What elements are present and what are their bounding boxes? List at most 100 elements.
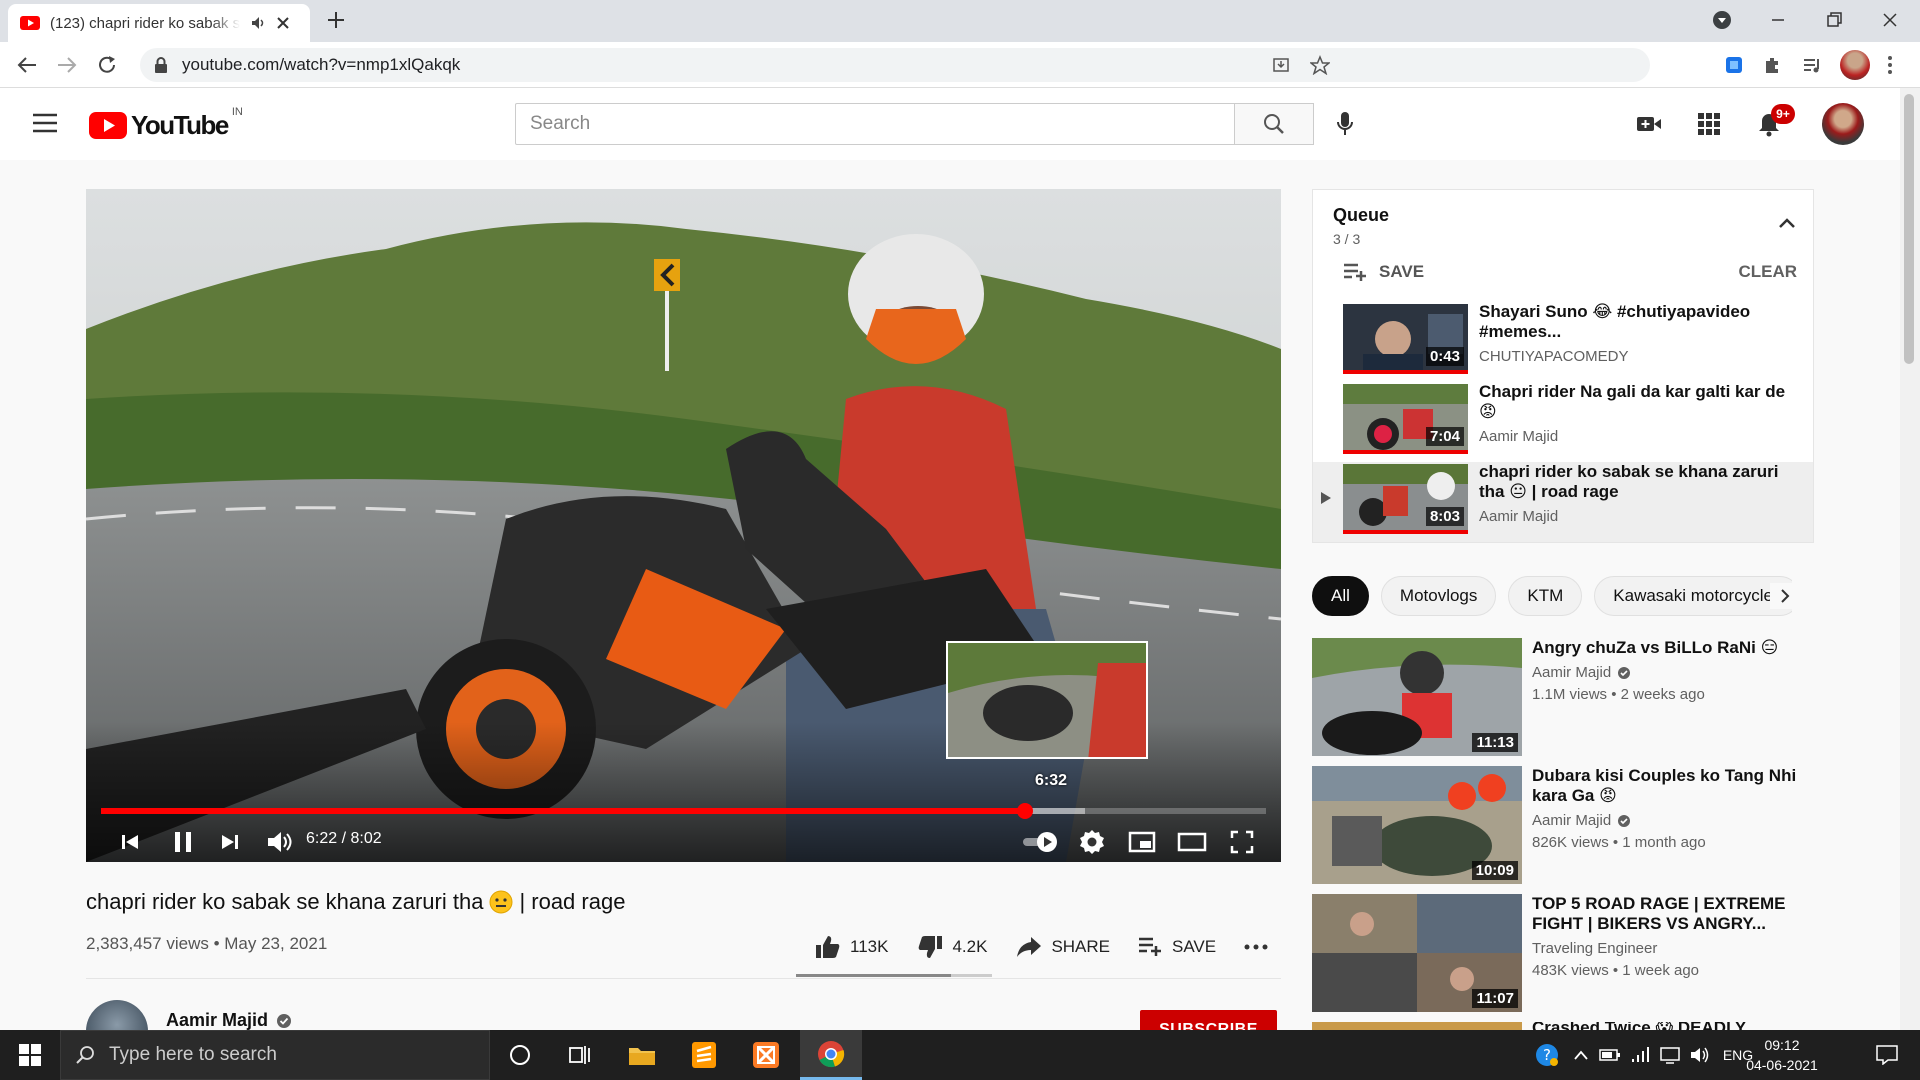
action-center-button[interactable] bbox=[1862, 1030, 1912, 1080]
save-to-playlist-button[interactable]: SAVE bbox=[1124, 936, 1230, 958]
recommendation-thumbnail: 11:07 bbox=[1312, 894, 1522, 1012]
tab-search-icon[interactable] bbox=[1712, 10, 1732, 30]
chip-ktm[interactable]: KTM bbox=[1508, 576, 1583, 616]
search-button[interactable] bbox=[1234, 103, 1314, 145]
youtube-logo[interactable]: YouTube IN bbox=[89, 106, 243, 141]
video-player[interactable]: 6:32 6:22 / 8:02 bbox=[86, 189, 1281, 862]
chips-next-button[interactable] bbox=[1770, 583, 1800, 609]
mute-button[interactable] bbox=[258, 819, 302, 862]
browser-tab[interactable]: (123) chapri rider ko sabak se khana zar… bbox=[8, 4, 310, 42]
video-title-text: chapri rider ko sabak se khana zaruri th… bbox=[86, 889, 484, 914]
chip-motovlogs[interactable]: Motovlogs bbox=[1380, 576, 1497, 616]
url-text: youtube.com/watch?v=nmp1xlQakqk bbox=[182, 55, 461, 74]
queue-item-current[interactable]: 8:03 chapri rider ko sabak se khana zaru… bbox=[1313, 462, 1813, 542]
bookmark-star-icon[interactable] bbox=[1310, 55, 1330, 75]
chrome-icon bbox=[817, 1040, 845, 1068]
pause-button[interactable] bbox=[160, 819, 206, 862]
like-button[interactable]: 113K bbox=[800, 934, 902, 960]
account-avatar[interactable] bbox=[1822, 103, 1864, 145]
address-bar[interactable]: youtube.com/watch?v=nmp1xlQakqk bbox=[140, 48, 1650, 82]
queue-save-button[interactable]: SAVE bbox=[1343, 262, 1424, 282]
voice-search-icon[interactable] bbox=[1325, 104, 1365, 144]
more-horizontal-icon bbox=[1244, 944, 1268, 950]
media-control-icon[interactable] bbox=[1802, 55, 1822, 75]
close-window-icon[interactable] bbox=[1880, 10, 1900, 30]
scrollbar-thumb[interactable] bbox=[1904, 94, 1914, 364]
taskbar-clock[interactable]: 09:12 04-06-2021 bbox=[1740, 1035, 1824, 1075]
sublime-text-button[interactable] bbox=[674, 1030, 734, 1080]
taskbar-search[interactable]: Type here to search bbox=[60, 1030, 490, 1080]
page-scrollbar[interactable] bbox=[1900, 88, 1920, 1030]
search-input[interactable] bbox=[516, 104, 1234, 144]
chip-kawasaki[interactable]: Kawasaki motorcycles bbox=[1594, 576, 1792, 616]
cortana-circle-icon bbox=[509, 1044, 531, 1066]
progress-scrubber[interactable] bbox=[1016, 803, 1033, 819]
create-video-icon[interactable] bbox=[1629, 104, 1669, 144]
lock-icon[interactable] bbox=[154, 57, 168, 73]
filter-chips: All Motovlogs KTM Kawasaki motorcycles bbox=[1312, 576, 1792, 616]
recommendation-item[interactable]: 11:07 TOP 5 ROAD RAGE | EXTREME FIGHT | … bbox=[1312, 894, 1872, 1012]
task-view-button[interactable] bbox=[550, 1030, 610, 1080]
close-tab-icon[interactable] bbox=[276, 16, 290, 30]
recommendation-item[interactable]: Crashed Twice 😱 DEADLY bbox=[1312, 1022, 1872, 1030]
network-icon[interactable] bbox=[1626, 1030, 1654, 1080]
hamburger-menu-icon[interactable] bbox=[32, 113, 58, 133]
neutral-face-emoji-icon bbox=[489, 890, 513, 914]
install-app-icon[interactable] bbox=[1272, 56, 1290, 74]
queue-item[interactable]: 0:43 Shayari Suno 😂 #chutiyapavideo #mem… bbox=[1313, 302, 1813, 382]
extensions-puzzle-icon[interactable] bbox=[1762, 55, 1782, 75]
recommendation-item[interactable]: 10:09 Dubara kisi Couples ko Tang Nhi ka… bbox=[1312, 766, 1872, 884]
new-tab-icon[interactable] bbox=[326, 10, 346, 30]
fullscreen-button[interactable] bbox=[1220, 819, 1264, 862]
audio-playing-icon[interactable] bbox=[250, 15, 266, 31]
forward-icon[interactable] bbox=[56, 54, 78, 76]
miniplayer-button[interactable] bbox=[1120, 819, 1164, 862]
next-button[interactable] bbox=[210, 819, 250, 862]
minimize-icon[interactable] bbox=[1768, 10, 1788, 30]
search-box bbox=[515, 103, 1235, 145]
divider bbox=[86, 978, 1281, 979]
search-icon bbox=[75, 1045, 95, 1065]
file-explorer-button[interactable] bbox=[612, 1030, 672, 1080]
theater-mode-button[interactable] bbox=[1170, 819, 1214, 862]
queue-item[interactable]: 7:04 Chapri rider Na gali da kar galti k… bbox=[1313, 382, 1813, 462]
battery-icon[interactable] bbox=[1596, 1030, 1624, 1080]
recommendation-item[interactable]: 11:13 Angry chuZa vs BiLLo RaNi 😑 Aamir … bbox=[1312, 638, 1872, 756]
previous-icon bbox=[120, 832, 140, 852]
dislike-button[interactable]: 4.2K bbox=[902, 934, 1001, 960]
settings-button[interactable] bbox=[1070, 819, 1114, 862]
channel-name-text: Aamir Majid bbox=[166, 1010, 269, 1030]
notification-badge: 9+ bbox=[1771, 104, 1795, 124]
share-label: SHARE bbox=[1051, 937, 1111, 956]
browser-menu-icon[interactable] bbox=[1886, 55, 1894, 75]
scrub-preview-thumbnail bbox=[946, 641, 1148, 759]
share-button[interactable]: SHARE bbox=[1001, 935, 1124, 959]
cortana-button[interactable] bbox=[490, 1030, 550, 1080]
reload-icon[interactable] bbox=[96, 54, 118, 76]
xampp-button[interactable] bbox=[736, 1030, 796, 1080]
extension-icon[interactable] bbox=[1724, 55, 1744, 75]
chip-all[interactable]: All bbox=[1312, 576, 1369, 616]
monitor-tray-icon[interactable] bbox=[1656, 1030, 1684, 1080]
help-tray-icon[interactable]: ? bbox=[1530, 1030, 1564, 1080]
recommendation-thumbnail: 11:13 bbox=[1312, 638, 1522, 756]
queue-item-duration: 7:04 bbox=[1425, 427, 1464, 446]
chrome-taskbar-button[interactable] bbox=[800, 1030, 862, 1080]
queue-item-channel: Aamir Majid bbox=[1479, 428, 1559, 445]
speaker-tray-icon[interactable] bbox=[1686, 1030, 1714, 1080]
recommendation-title: TOP 5 ROAD RAGE | EXTREME FIGHT | BIKERS… bbox=[1532, 894, 1786, 933]
back-icon[interactable] bbox=[16, 54, 38, 76]
apps-grid-icon[interactable] bbox=[1689, 104, 1729, 144]
queue-clear-button[interactable]: CLEAR bbox=[1738, 262, 1797, 282]
channel-name[interactable]: Aamir Majid bbox=[166, 1010, 292, 1031]
previous-button[interactable] bbox=[110, 819, 150, 862]
more-actions-button[interactable] bbox=[1230, 944, 1282, 950]
browser-profile-avatar[interactable] bbox=[1840, 50, 1870, 80]
start-button[interactable] bbox=[0, 1030, 60, 1080]
show-hidden-icons-chevron-icon[interactable] bbox=[1568, 1030, 1594, 1080]
scrub-preview-time: 6:32 bbox=[1034, 772, 1068, 789]
collapse-chevron-icon[interactable] bbox=[1779, 218, 1795, 228]
progress-bar[interactable] bbox=[101, 803, 1266, 819]
autoplay-toggle[interactable] bbox=[1016, 819, 1066, 862]
restore-icon[interactable] bbox=[1824, 10, 1844, 30]
